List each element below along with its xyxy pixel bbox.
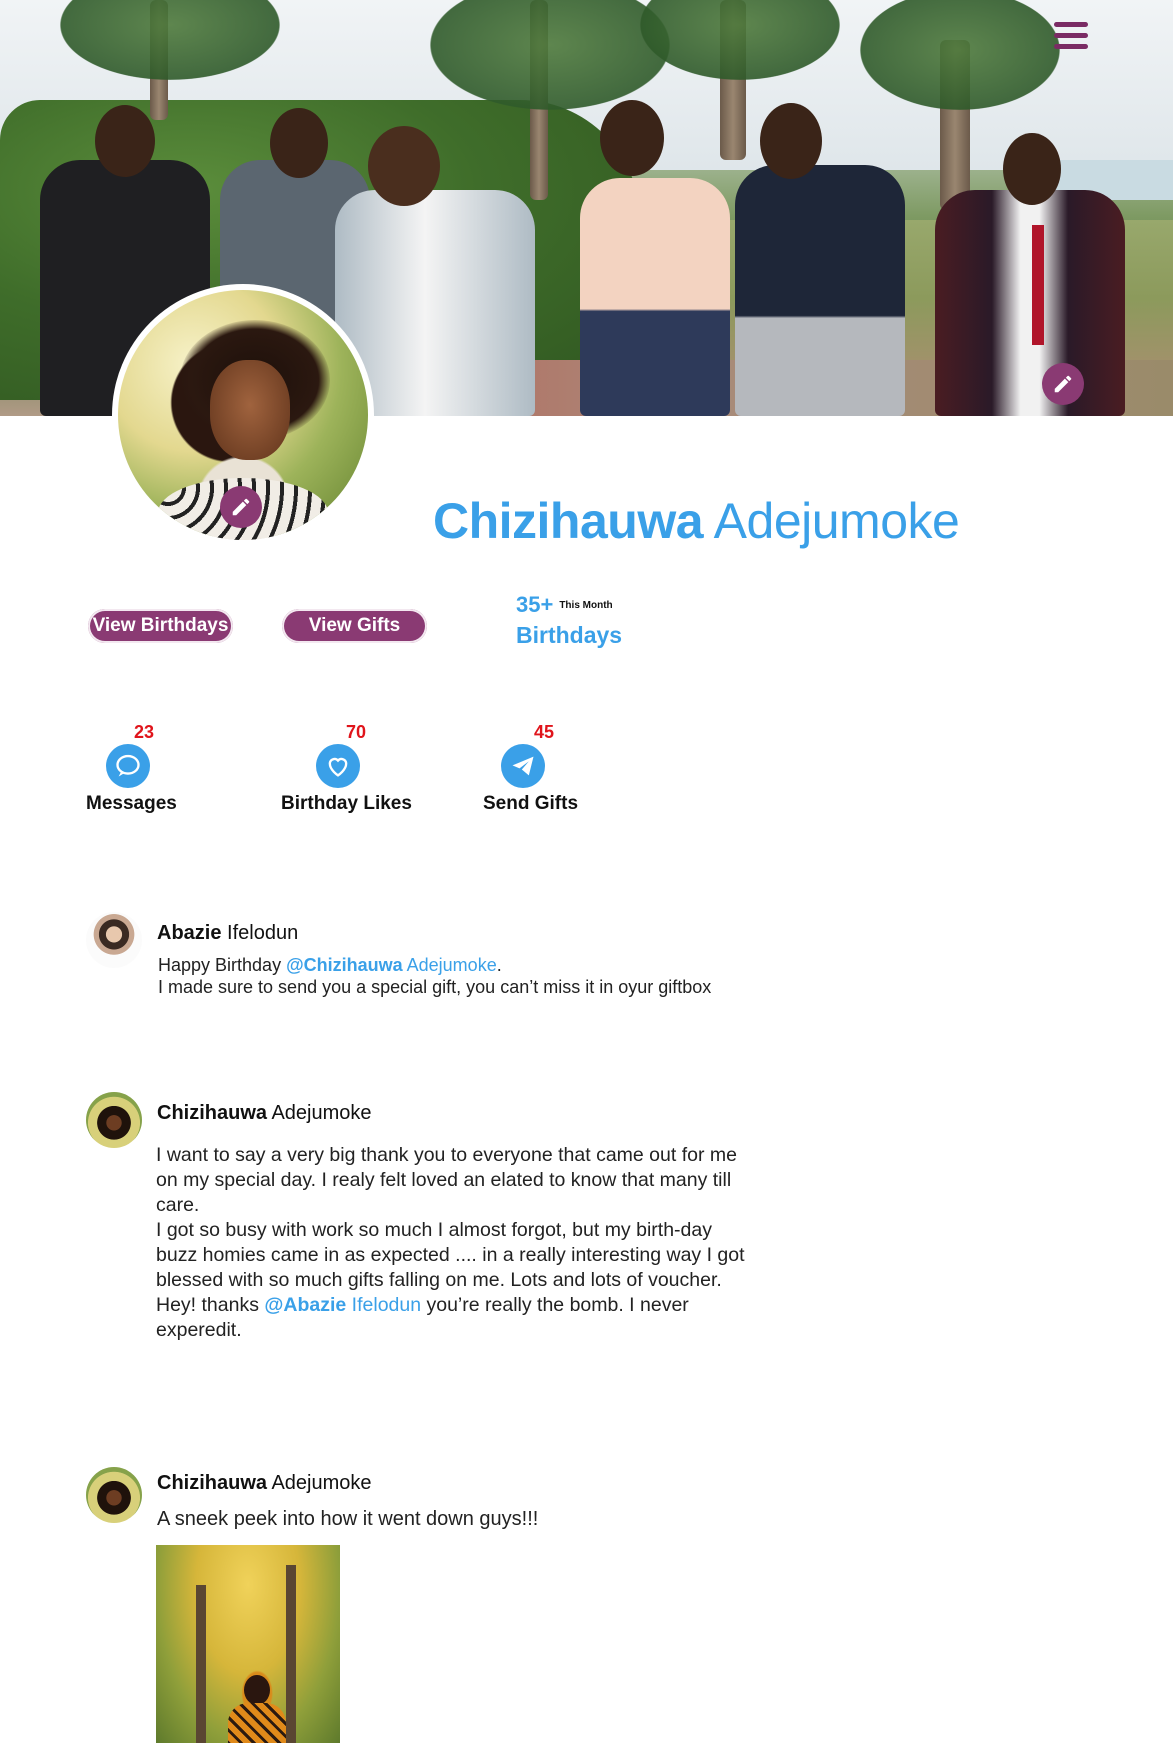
birthdays-count: 35+ bbox=[516, 592, 554, 617]
post-paragraph: I want to say a very big thank you to ev… bbox=[156, 1144, 737, 1216]
tree-trunk bbox=[196, 1585, 206, 1743]
person-head bbox=[368, 126, 440, 206]
pencil-icon bbox=[1054, 375, 1072, 393]
menu-line bbox=[1054, 33, 1088, 38]
person-head bbox=[270, 108, 328, 178]
person-head bbox=[760, 103, 822, 179]
pencil-icon bbox=[232, 498, 250, 516]
author-last-name: Ifelodun bbox=[227, 922, 299, 944]
post-text: I want to say a very big thank you to ev… bbox=[156, 1143, 746, 1343]
edit-avatar-button[interactable] bbox=[220, 486, 262, 528]
person-figure bbox=[580, 178, 730, 416]
author-first-name: Abazie bbox=[157, 922, 222, 944]
birthdays-period: This Month bbox=[559, 600, 613, 611]
mention-link[interactable]: @Abazie Ifelodun bbox=[264, 1294, 421, 1316]
post-text: A sneek peek into how it went down guys!… bbox=[157, 1508, 539, 1530]
author-first-name: Chizihauwa bbox=[157, 1472, 268, 1494]
hamburger-menu-button[interactable] bbox=[1054, 22, 1088, 52]
post-text-part: Hey! thanks bbox=[156, 1294, 265, 1316]
mention-first: @Chizihauwa bbox=[286, 955, 403, 975]
post-author[interactable]: Chizihauwa Adejumoke bbox=[157, 1102, 372, 1125]
profile-first-name: Chizihauwa bbox=[433, 493, 704, 549]
photo-person-dress bbox=[228, 1703, 286, 1743]
menu-line bbox=[1054, 22, 1088, 27]
profile-last-name: Adejumoke bbox=[713, 493, 960, 549]
avatar[interactable] bbox=[86, 1467, 142, 1523]
chat-bubble-icon[interactable] bbox=[106, 744, 150, 788]
mention-first: @Abazie bbox=[264, 1294, 347, 1316]
edit-cover-button[interactable] bbox=[1042, 363, 1084, 405]
messages-count: 23 bbox=[134, 722, 155, 742]
tree-trunk bbox=[286, 1565, 296, 1743]
post-photo[interactable] bbox=[156, 1545, 340, 1743]
avatar-face bbox=[210, 360, 290, 460]
gifts-label: Send Gifts bbox=[483, 793, 579, 814]
red-tie bbox=[1032, 225, 1044, 345]
post-text-line: I made sure to send you a special gift, … bbox=[158, 977, 712, 997]
mention-link[interactable]: @Chizihauwa Adejumoke bbox=[286, 955, 497, 975]
view-birthdays-button[interactable]: View Birthdays bbox=[88, 609, 233, 643]
likes-label: Birthday Likes bbox=[281, 793, 412, 814]
messages-label: Messages bbox=[86, 793, 177, 814]
post-author[interactable]: Chizihauwa Adejumoke bbox=[157, 1472, 372, 1495]
person-head bbox=[600, 100, 664, 176]
author-last-name: Adejumoke bbox=[271, 1102, 372, 1124]
gifts-count: 45 bbox=[534, 722, 555, 742]
likes-count: 70 bbox=[346, 722, 367, 742]
person-head bbox=[1003, 133, 1061, 205]
photo-person-head bbox=[244, 1675, 270, 1705]
heart-icon[interactable] bbox=[316, 744, 360, 788]
post-text-part: Happy Birthday bbox=[158, 955, 287, 975]
person-head bbox=[95, 105, 155, 177]
author-first-name: Chizihauwa bbox=[157, 1102, 268, 1124]
post-paragraph: Hey! thanks @Abazie Ifelodun you’re real… bbox=[156, 1293, 746, 1343]
post-text: Happy Birthday @Chizihauwa Adejumoke. I … bbox=[158, 954, 778, 998]
post-author[interactable]: Abazie Ifelodun bbox=[157, 922, 298, 945]
profile-name: Chizihauwa Adejumoke bbox=[433, 492, 960, 550]
mention-last: Adejumoke bbox=[402, 955, 497, 975]
post-paragraph: I got so busy with work so much I almost… bbox=[156, 1219, 745, 1291]
mention-last: Ifelodun bbox=[346, 1294, 422, 1316]
post-text-part: . bbox=[496, 955, 502, 975]
person-figure bbox=[735, 165, 905, 416]
birthdays-label: Birthdays bbox=[516, 622, 623, 648]
person-figure bbox=[935, 190, 1125, 416]
view-gifts-button[interactable]: View Gifts bbox=[282, 609, 427, 643]
menu-line bbox=[1054, 44, 1088, 49]
avatar[interactable] bbox=[86, 912, 142, 968]
author-last-name: Adejumoke bbox=[271, 1472, 372, 1494]
birthdays-this-month: 35+ This Month Birthdays bbox=[516, 592, 622, 649]
paper-plane-icon[interactable] bbox=[501, 744, 545, 788]
avatar[interactable] bbox=[86, 1092, 142, 1148]
